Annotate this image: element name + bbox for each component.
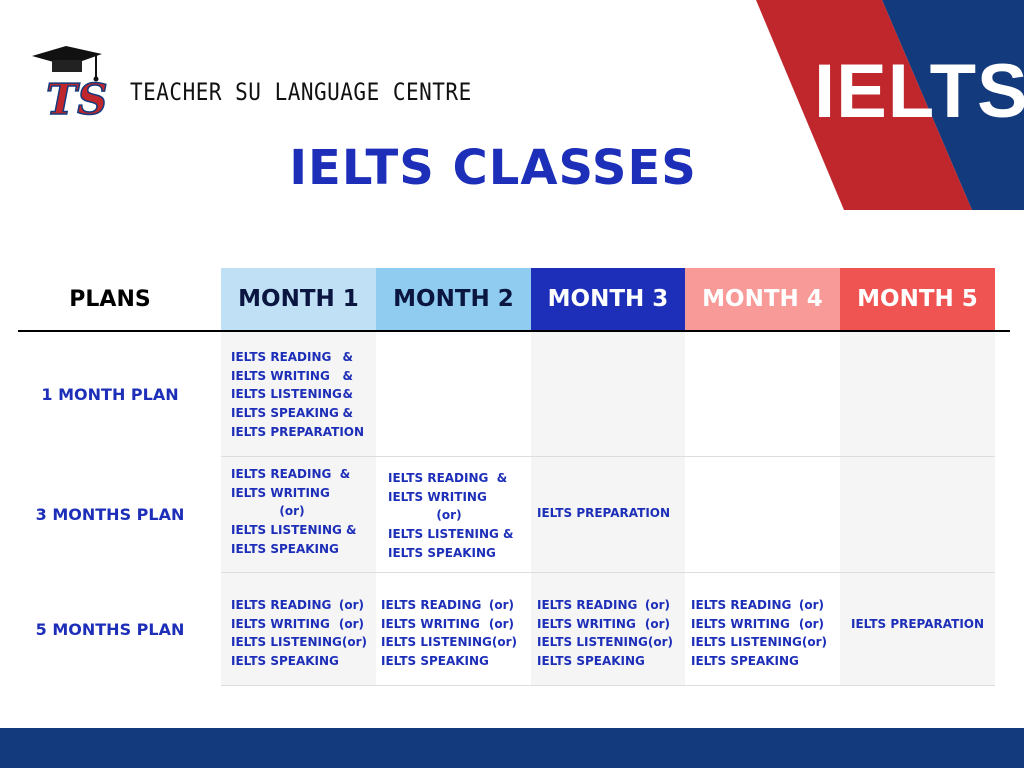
cell-1-month-m3 — [531, 332, 685, 456]
plan-label-5-months: 5 MONTHS PLAN — [35, 619, 185, 639]
plan-label-1-month: 1 MONTH PLAN — [41, 384, 179, 404]
footer-bar — [0, 728, 1024, 768]
month-5-header: MONTH 5 — [840, 268, 995, 330]
row-divider — [221, 685, 995, 686]
cell-1-month-m2 — [376, 332, 531, 456]
cell-3-months-m2: IELTS READING & IELTS WRITING (or) IELTS… — [376, 457, 531, 572]
cell-3-months-m4 — [685, 457, 840, 572]
cell-3-months-m1: IELTS READING & IELTS WRITING (or) IELTS… — [221, 457, 376, 572]
month-4-header: MONTH 4 — [685, 268, 840, 330]
cell-5-months-m4: IELTS READING (or) IELTS WRITING (or) IELT… — [685, 573, 840, 685]
month-1-header: MONTH 1 — [221, 268, 376, 330]
cell-3-months-m3: IELTS PREPARATION — [531, 457, 685, 572]
cell-5-months-m3: IELTS READING (or) IELTS WRITING (or) IELT… — [531, 573, 685, 685]
cell-5-months-m1: IELTS READING (or) IELTS WRITING (or) IELT… — [221, 573, 376, 685]
cell-5-months-m2: IELTS READING (or) IELTS WRITING (or) IELT… — [376, 573, 531, 685]
page-title: IELTS CLASSES — [289, 140, 697, 196]
cell-1-month-m5 — [840, 332, 995, 456]
month-3-header: MONTH 3 — [531, 268, 685, 330]
brand-name: TEACHER SU LANGUAGE CENTRE — [130, 78, 472, 106]
corner-ielts-text: IELTS — [814, 49, 1024, 134]
cell-1-month-m1: IELTS READING & IELTS WRITING & IELTS LIST… — [221, 332, 376, 456]
plan-label-3-months: 3 MONTHS PLAN — [35, 505, 185, 524]
teacher-su-logo: TS — [32, 46, 108, 120]
month-2-header: MONTH 2 — [376, 268, 531, 330]
cell-3-months-m5 — [840, 457, 995, 572]
cell-1-month-m4 — [685, 332, 840, 456]
plans-header: PLANS — [69, 286, 151, 312]
logo-lettering: TS — [46, 75, 108, 120]
cell-5-months-m5: IELTS PREPARATION — [840, 573, 995, 685]
